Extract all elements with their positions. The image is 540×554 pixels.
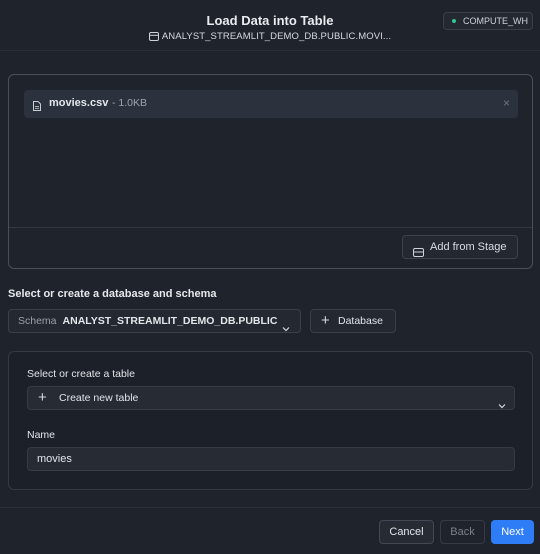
add-from-stage-button[interactable]: Add from Stage [402, 235, 518, 259]
next-button[interactable]: Next [491, 520, 534, 544]
drop-zone-divider [9, 227, 532, 228]
schema-prefix: Schema [18, 315, 57, 327]
add-from-stage-label: Add from Stage [430, 241, 507, 253]
plus-icon: + [321, 312, 330, 329]
table-option-label: Create new table [59, 392, 139, 404]
chevron-down-icon [282, 318, 290, 340]
back-button[interactable]: Back [440, 520, 485, 544]
table-icon [148, 32, 159, 44]
table-name-label: Name [27, 429, 56, 441]
table-select[interactable]: + Create new table [27, 386, 515, 410]
warehouse-selector[interactable]: COMPUTE_WH [443, 12, 533, 30]
footer-divider [0, 507, 540, 508]
schema-value: ANALYST_STREAMLIT_DEMO_DB.PUBLIC [62, 315, 278, 327]
add-database-button[interactable]: + Database [310, 309, 396, 333]
table-section-label: Select or create a table [27, 368, 135, 380]
target-path-text: ANALYST_STREAMLIT_DEMO_DB.PUBLIC.MOVI... [161, 31, 392, 42]
plus-icon: + [38, 389, 47, 406]
dialog-header: Load Data into Table ANALYST_STREAMLIT_D… [0, 0, 540, 50]
stage-icon [413, 243, 424, 265]
warehouse-status-icon [452, 19, 456, 23]
target-table-path: ANALYST_STREAMLIT_DEMO_DB.PUBLIC.MOVI... [0, 31, 540, 44]
file-size: - 1.0KB [112, 97, 148, 109]
table-panel: Select or create a table + Create new ta… [8, 351, 533, 490]
database-section-label: Select or create a database and schema [8, 288, 217, 300]
file-name: movies.csv [49, 97, 109, 109]
cancel-button[interactable]: Cancel [379, 520, 434, 544]
chevron-down-icon [498, 395, 506, 417]
remove-file-icon[interactable]: × [503, 96, 510, 110]
header-divider [0, 50, 540, 51]
file-icon [33, 98, 41, 116]
uploaded-file-item: movies.csv - 1.0KB × [24, 90, 518, 118]
add-database-label: Database [338, 315, 383, 327]
file-drop-zone[interactable]: movies.csv - 1.0KB × Add from Stage [8, 74, 533, 269]
table-name-input[interactable]: movies [27, 447, 515, 471]
schema-select[interactable]: Schema ANALYST_STREAMLIT_DEMO_DB.PUBLIC [8, 309, 301, 333]
warehouse-name: COMPUTE_WH [463, 16, 528, 26]
